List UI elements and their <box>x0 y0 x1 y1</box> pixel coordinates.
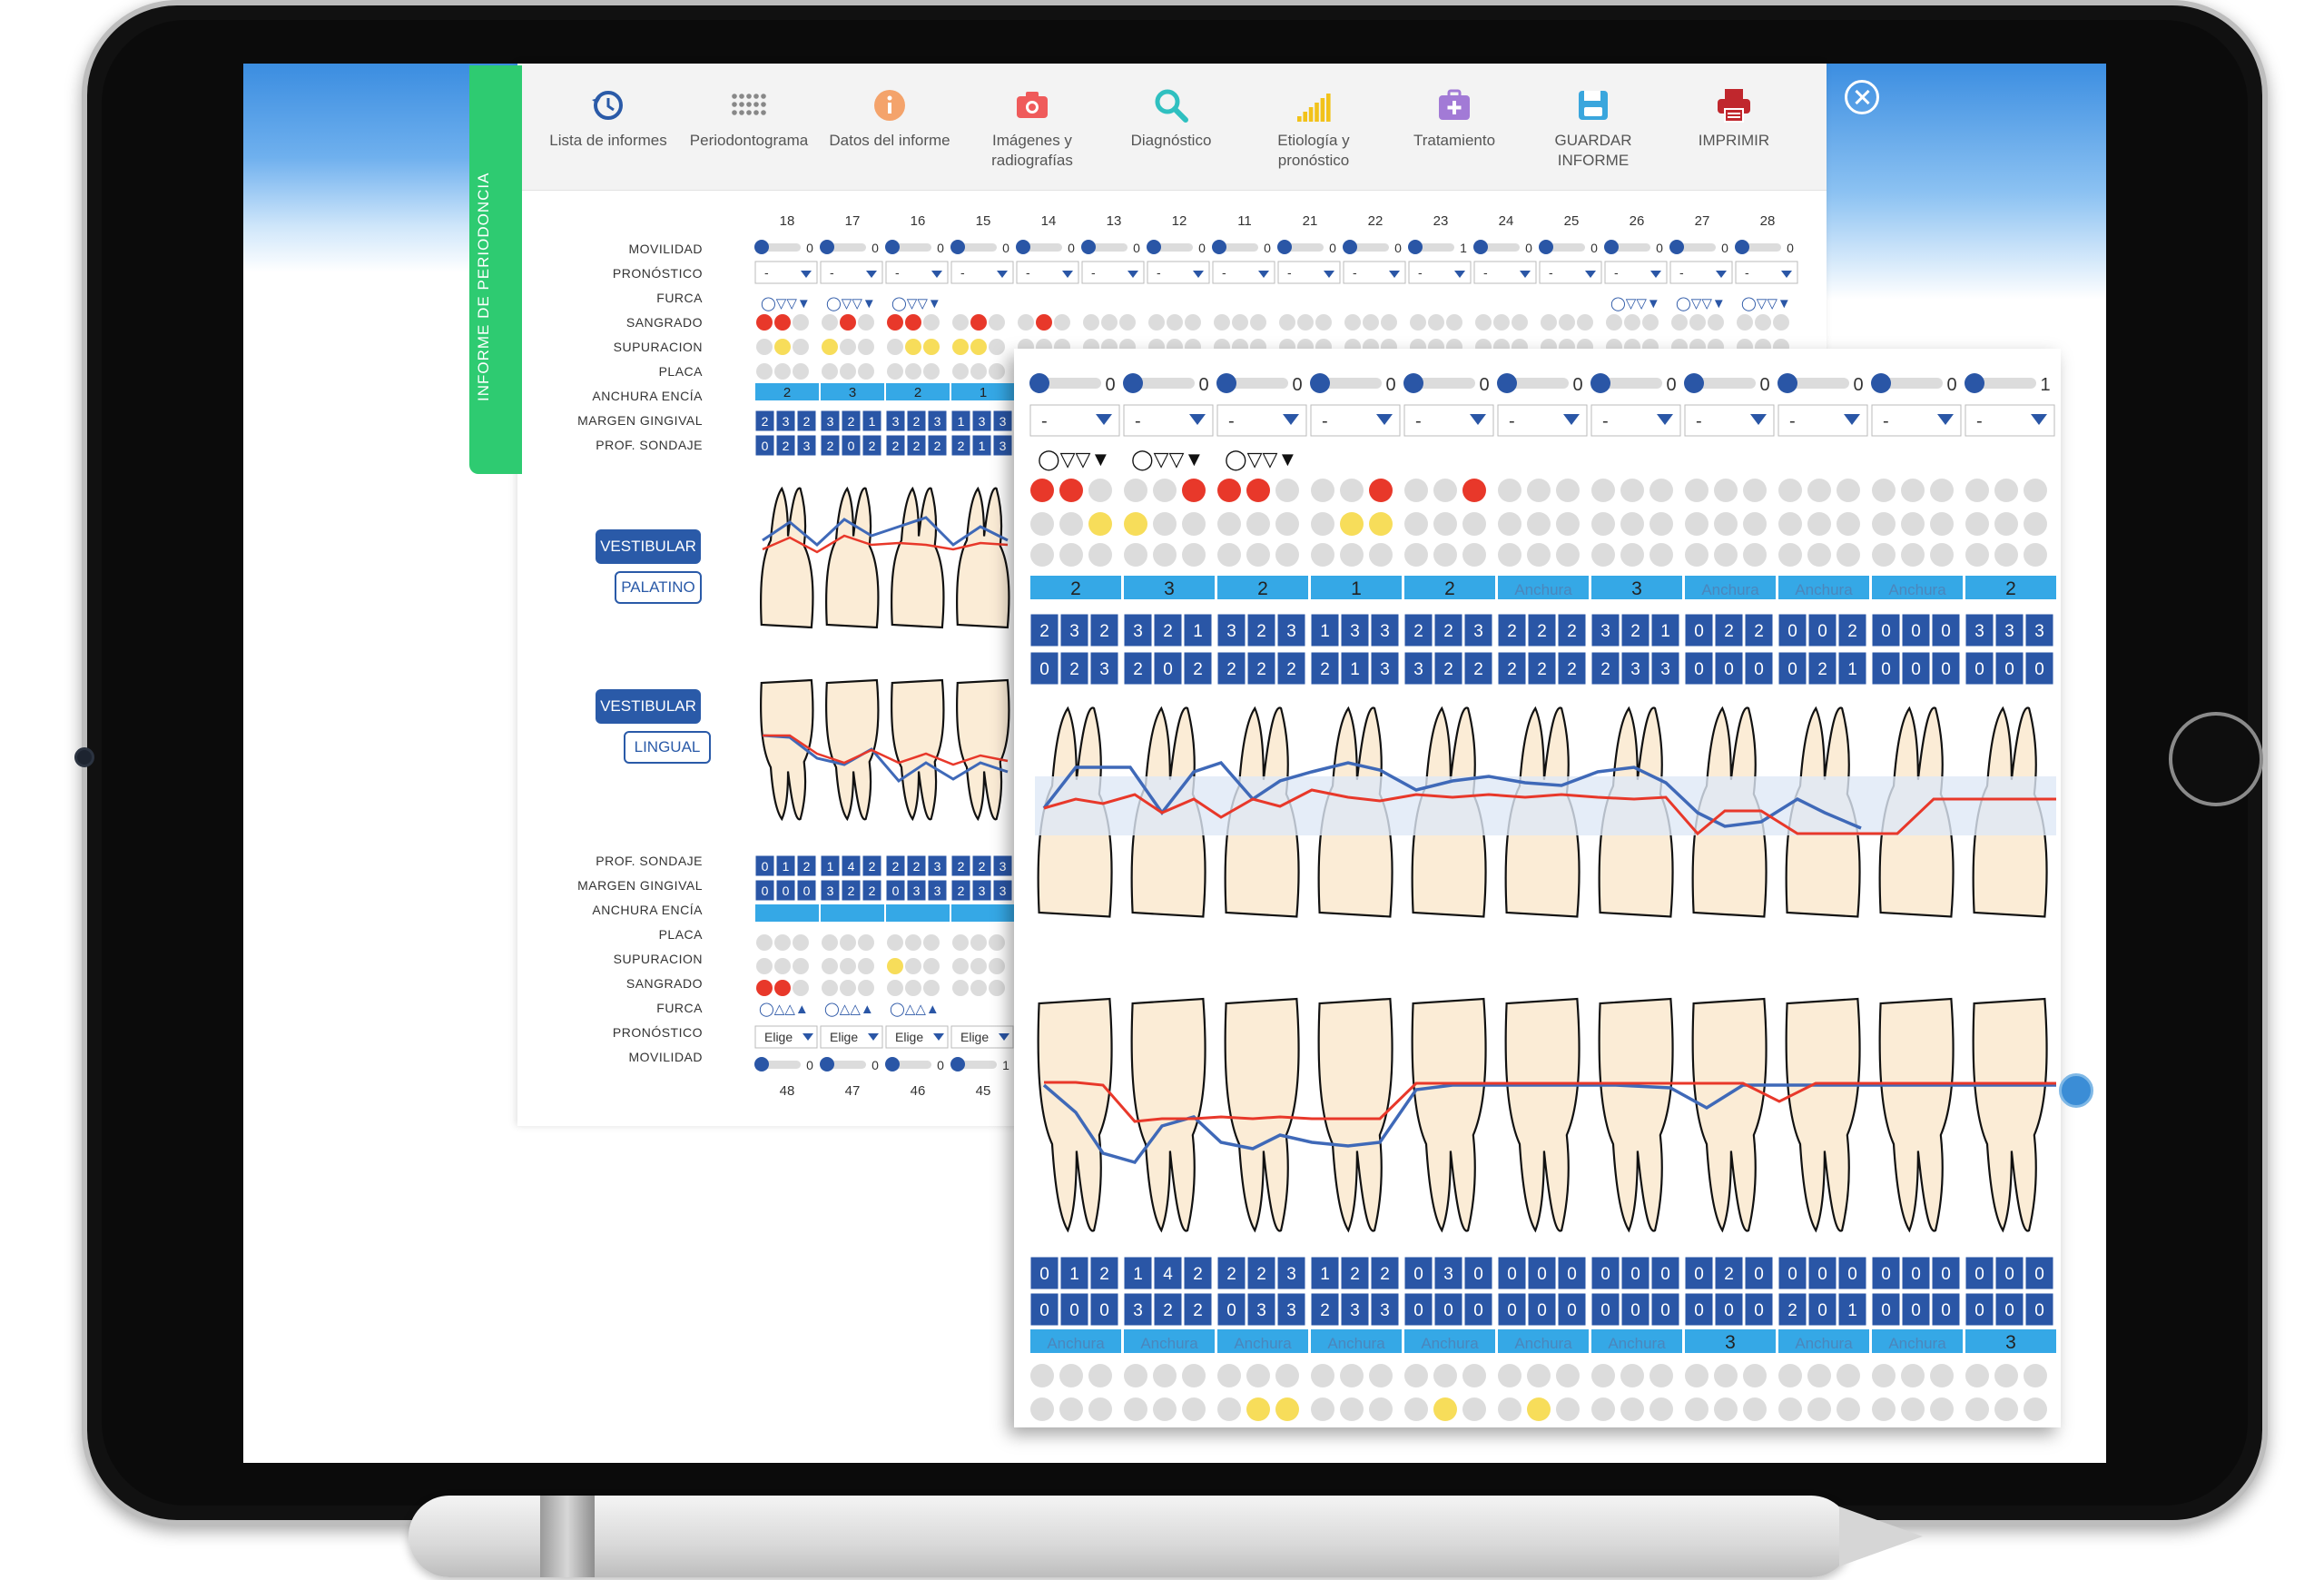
vestibular-lower-button[interactable]: VESTIBULAR <box>596 689 701 724</box>
row-label-upper-4: SUPURACION <box>613 340 703 354</box>
row-label-lower-5: SANGRADO <box>625 976 703 991</box>
side-tab-label: INFORME DE PERIODONCIA <box>475 172 492 401</box>
stylus-pencil <box>409 1496 1923 1577</box>
row-label-lower-7: PRONÓSTICO <box>612 1025 703 1040</box>
toolbar-button-1[interactable]: Periodontograma <box>681 85 817 151</box>
lingual-button[interactable]: LINGUAL <box>624 731 711 764</box>
toolbar-button-6[interactable]: Tratamiento <box>1386 85 1522 151</box>
row-label-upper-5: PLACA <box>658 364 703 379</box>
row-label-upper-0: MOVILIDAD <box>628 242 703 256</box>
globe-icon[interactable] <box>2059 1073 2093 1108</box>
signal-bars-icon <box>1297 94 1331 122</box>
front-camera-icon <box>74 747 94 767</box>
home-button[interactable] <box>2169 712 2263 806</box>
pencil-tip <box>1839 1506 1923 1566</box>
row-label-lower-4: SUPURACION <box>613 952 703 966</box>
info-icon <box>874 90 905 121</box>
medkit-icon <box>1439 89 1470 120</box>
vestibular-upper-button[interactable]: VESTIBULAR <box>596 529 701 564</box>
save-icon <box>1579 91 1608 120</box>
pencil-band <box>540 1496 595 1577</box>
row-label-upper-3: SANGRADO <box>625 315 703 330</box>
toolbar-label: Imágenes y radiografías <box>991 132 1073 169</box>
toolbar-button-7[interactable]: GUARDAR INFORME <box>1525 85 1661 171</box>
row-label-lower-8: MOVILIDAD <box>628 1050 703 1064</box>
toolbar-label: Etiología y pronóstico <box>1277 132 1350 169</box>
row-label-upper-8: PROF. SONDAJE <box>596 438 703 452</box>
toolbar-label: GUARDAR INFORME <box>1554 132 1632 169</box>
toolbar-label: Lista de informes <box>549 132 667 149</box>
toolbar-button-0[interactable]: Lista de informes <box>540 85 676 151</box>
toolbar-label: Datos del informe <box>829 132 950 149</box>
row-label-lower-1: MARGEN GINGIVAL <box>577 878 703 893</box>
row-label-lower-0: PROF. SONDAJE <box>596 854 703 868</box>
close-icon[interactable] <box>1845 80 1879 114</box>
toolbar-label: Diagnóstico <box>1130 132 1212 149</box>
toolbar-label: Tratamiento <box>1413 132 1496 149</box>
side-tab[interactable]: INFORME DE PERIODONCIA <box>469 65 522 474</box>
toolbar-button-4[interactable]: Diagnóstico <box>1103 85 1239 151</box>
row-label-lower-3: PLACA <box>658 927 703 942</box>
camera-icon <box>1017 92 1048 118</box>
toolbar-button-8[interactable]: IMPRIMIR <box>1666 85 1802 151</box>
row-label-lower-6: FURCA <box>656 1001 703 1015</box>
row-label-upper-2: FURCA <box>656 291 703 305</box>
printer-icon <box>1718 89 1750 123</box>
row-label-upper-7: MARGEN GINGIVAL <box>577 413 703 428</box>
toolbar-button-3[interactable]: Imágenes y radiografías <box>964 85 1100 171</box>
row-label-lower-2: ANCHURA ENCÍA <box>592 903 703 917</box>
row-label-upper-1: PRONÓSTICO <box>612 266 703 281</box>
history-icon <box>592 91 623 120</box>
toolbar-label: Periodontograma <box>689 132 809 149</box>
palatino-button[interactable]: PALATINO <box>615 571 702 604</box>
zoomed-periodontogram <box>1014 349 2061 1427</box>
row-label-upper-6: ANCHURA ENCÍA <box>592 389 703 403</box>
toolbar-label: IMPRIMIR <box>1698 132 1770 149</box>
toolbar: Lista de informes Periodontograma Datos de… <box>522 64 1827 191</box>
toolbar-button-5[interactable]: Etiología y pronóstico <box>1246 85 1382 171</box>
dots-grid-icon <box>732 94 766 115</box>
search-icon <box>1155 89 1188 123</box>
stage: INFORME DE PERIODONCIA Lista de informes… <box>0 0 2324 1580</box>
toolbar-button-2[interactable]: Datos del informe <box>822 85 958 151</box>
